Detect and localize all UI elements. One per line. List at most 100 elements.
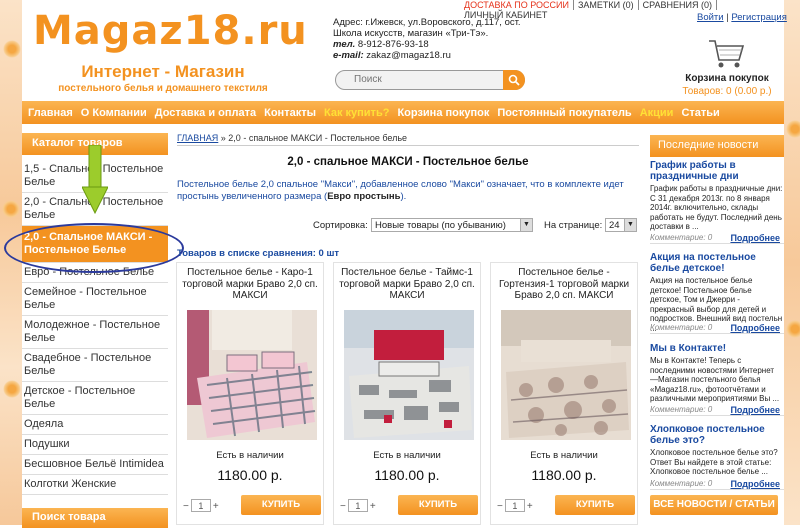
nav-how-to-buy[interactable]: Как купить?	[322, 107, 395, 119]
read-more-link[interactable]: Подробнее	[730, 405, 780, 415]
quantity-input[interactable]: 1	[504, 499, 525, 512]
compare-count[interactable]: Товаров в списке сравнения: 0 шт	[177, 248, 339, 259]
divider	[177, 145, 639, 146]
news-footer: Комментарие: 0 Подробнее	[650, 479, 784, 490]
nav-home[interactable]: Главная	[26, 107, 79, 119]
category-description: Постельное белье 2,0 спальное "Макси", д…	[177, 179, 624, 202]
buy-button[interactable]: КУПИТЬ	[241, 495, 321, 515]
product-title[interactable]: Постельное белье - Каро-1 торговой марки…	[177, 263, 323, 307]
toplink-notes[interactable]: ЗАМЕТКИ (0)	[574, 0, 639, 10]
news-header: Последние новости	[650, 135, 784, 157]
news-item: Акция на постельное белье детское! Акция…	[650, 252, 784, 338]
read-more-link[interactable]: Подробнее	[730, 233, 780, 243]
news-title[interactable]: Мы в Контакте!	[650, 343, 784, 354]
cart-widget[interactable]: Корзина покупок Товаров: 0 (0.00 р.)	[677, 38, 777, 97]
minus-icon[interactable]: −	[183, 501, 189, 512]
news-title[interactable]: Акция на постельное белье детское!	[650, 252, 784, 274]
read-more-link[interactable]: Подробнее	[730, 479, 780, 489]
nav-delivery[interactable]: Доставка и оплата	[153, 107, 262, 119]
news-footer: Комментарие: 0 Подробнее	[650, 233, 784, 244]
flower-decor	[786, 320, 800, 338]
minus-icon[interactable]: −	[497, 501, 503, 512]
toplink-compare[interactable]: СРАВНЕНИЯ (0)	[639, 0, 718, 10]
plus-icon[interactable]: +	[527, 501, 533, 512]
news-footer: Комментарие: 0 Подробнее	[650, 323, 784, 334]
product-price: 1180.00 р.	[217, 467, 283, 483]
contact-info: Адрес: г.Ижевск, ул.Воровского, д.117, о…	[333, 17, 521, 61]
product-card: Постельное белье - Таймс-1 торговой марк…	[333, 262, 481, 525]
news-excerpt: Мы в Контакте! Теперь с последними новос…	[650, 356, 780, 403]
toplink-account[interactable]: ЛИЧНЫЙ КАБИНЕТ	[460, 10, 551, 20]
read-more-link[interactable]: Подробнее	[730, 323, 780, 333]
news-title[interactable]: Хлопковое постельное белье это?	[650, 424, 784, 446]
flower-decor	[786, 120, 800, 138]
chevron-down-icon: ▼	[624, 219, 636, 231]
news-title[interactable]: График работы в праздничные дни	[650, 160, 784, 182]
search-icon	[508, 74, 520, 86]
quantity-stepper: −1 +	[183, 499, 219, 512]
shopping-cart-icon	[709, 40, 745, 68]
catalog-item[interactable]: Одеяла	[22, 415, 168, 435]
highlight-ellipse-annotation	[4, 223, 184, 273]
login-link[interactable]: Войти	[697, 12, 724, 23]
nav-articles[interactable]: Статьи	[679, 107, 725, 119]
nav-contacts[interactable]: Контакты	[262, 107, 322, 119]
cart-summary[interactable]: Товаров: 0 (0.00 р.)	[677, 86, 777, 97]
logo-subtitle: Интернет - Магазин	[81, 62, 245, 81]
catalog-item[interactable]: Детское - Постельное Белье	[22, 382, 168, 415]
sort-select[interactable]: Новые товары (по убыванию) ▼	[371, 218, 533, 232]
catalog-item[interactable]: Колготки Женские	[22, 475, 168, 495]
product-price: 1180.00 р.	[531, 467, 597, 483]
site-logo[interactable]: Magaz18.ru Интернет - Магазин постельног…	[33, 8, 308, 94]
page-decor-right	[784, 0, 800, 525]
stock-status: Есть в наличии	[373, 450, 441, 461]
buy-button[interactable]: КУПИТЬ	[555, 495, 635, 515]
sort-label: Сортировка:	[313, 220, 368, 231]
register-link[interactable]: Регистрация	[731, 12, 787, 23]
news-item: Хлопковое постельное белье это? Хлопково…	[650, 424, 784, 494]
stock-status: Есть в наличии	[216, 450, 284, 461]
logo-title: Magaz18.ru	[33, 8, 308, 54]
catalog-item[interactable]: Бесшовное Бельё Intimidea	[22, 455, 168, 475]
product-title[interactable]: Постельное белье - Гортензия-1 торговой …	[491, 263, 637, 307]
search-button[interactable]	[503, 70, 525, 90]
product-title[interactable]: Постельное белье - Таймс-1 торговой марк…	[334, 263, 480, 307]
flower-decor	[2, 200, 20, 218]
nav-regular-customer[interactable]: Постоянный покупатель	[495, 107, 637, 119]
cart-title: Корзина покупок	[685, 73, 769, 84]
product-image[interactable]	[501, 310, 631, 440]
nav-cart[interactable]: Корзина покупок	[395, 107, 495, 119]
catalog-item[interactable]: Семейное - Постельное Белье	[22, 283, 168, 316]
quantity-input[interactable]: 1	[347, 499, 368, 512]
all-news-button[interactable]: ВСЕ НОВОСТИ / СТАТЬИ	[650, 495, 778, 515]
per-page-select[interactable]: 24 ▼	[605, 218, 637, 232]
buy-button[interactable]: КУПИТЬ	[398, 495, 478, 515]
page-decor-left	[0, 0, 22, 525]
main-nav: Главная О Компании Доставка и оплата Кон…	[22, 101, 784, 124]
address-line-2: Школа искусств, магазин «Три-Тэ».	[333, 28, 489, 39]
news-item: График работы в праздничные дни График р…	[650, 160, 784, 246]
auth-links: Войти | Регистрация	[697, 12, 787, 23]
breadcrumb-home[interactable]: ГЛАВНАЯ	[177, 133, 218, 143]
search-input[interactable]	[354, 74, 494, 85]
nav-promotions[interactable]: Акции	[638, 107, 680, 119]
quantity-input[interactable]: 1	[190, 499, 211, 512]
catalog-item[interactable]: Свадебное - Постельное Белье	[22, 349, 168, 382]
plus-icon[interactable]: +	[213, 501, 219, 512]
news-excerpt: Хлопковое постельное белье это? Ответ Вы…	[650, 448, 778, 476]
flower-decor	[3, 380, 21, 398]
product-image[interactable]	[187, 310, 317, 440]
minus-icon[interactable]: −	[340, 501, 346, 512]
product-card: Постельное белье - Гортензия-1 торговой …	[490, 262, 638, 525]
plus-icon[interactable]: +	[370, 501, 376, 512]
nav-about[interactable]: О Компании	[79, 107, 153, 119]
catalog-item[interactable]: Молодежное - Постельное Белье	[22, 316, 168, 349]
stock-status: Есть в наличии	[530, 450, 598, 461]
toplink-delivery[interactable]: ДОСТАВКА ПО РОССИИ	[460, 0, 574, 10]
search-box	[335, 70, 525, 90]
catalog-item[interactable]: Подушки	[22, 435, 168, 455]
flower-decor	[3, 40, 21, 58]
chevron-down-icon: ▼	[520, 219, 532, 231]
product-image[interactable]	[344, 310, 474, 440]
quantity-stepper: −1 +	[497, 499, 533, 512]
